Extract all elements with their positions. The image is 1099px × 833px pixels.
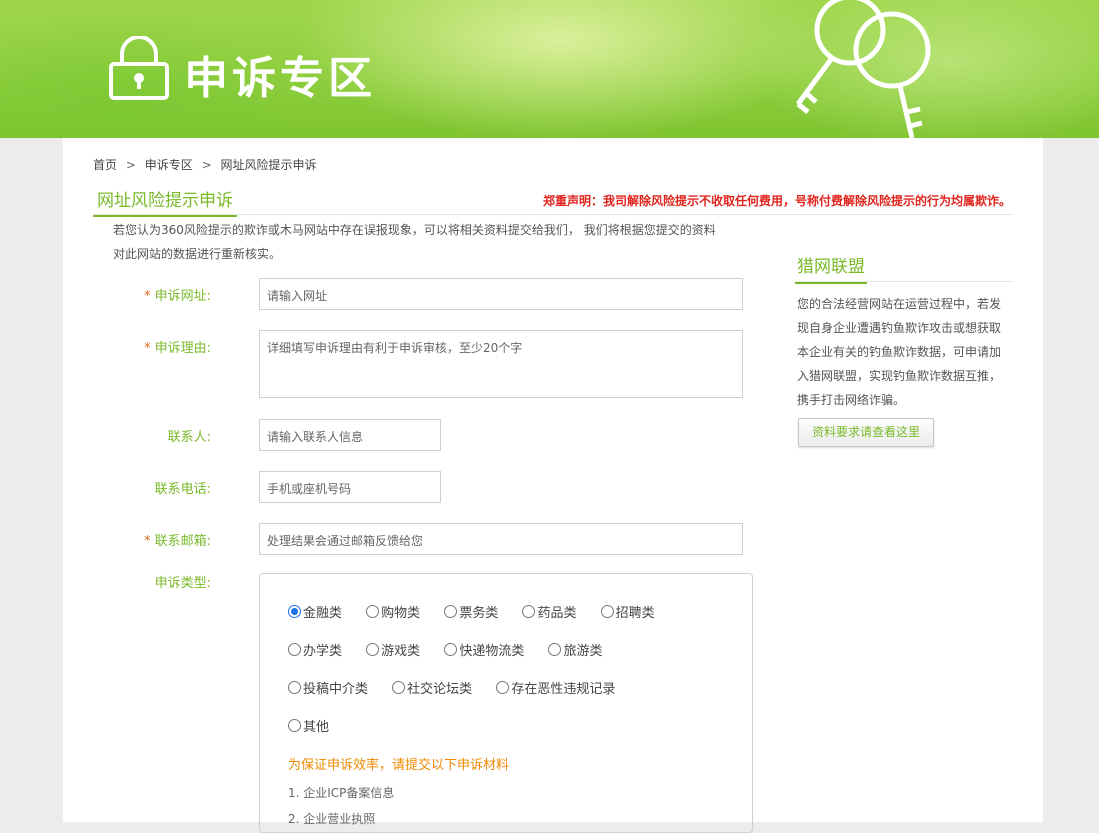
banner-title: 申诉专区 [184, 53, 376, 104]
radio-icon[interactable] [548, 643, 562, 656]
radio-checked-icon[interactable] [288, 605, 301, 618]
type-option-travel[interactable]: 旅游类 [548, 640, 602, 659]
main-content: 首页 > 申诉专区 > 网址风险提示申诉 网址风险提示申诉 郑重声明：我司解除风… [63, 138, 1043, 833]
radio-icon[interactable] [600, 605, 614, 618]
option-label: 游戏类 [381, 644, 421, 659]
breadcrumb: 首页 > 申诉专区 > 网址风险提示申诉 [93, 156, 316, 173]
breadcrumb-separator: > [201, 158, 212, 172]
sidebar-title: 猎网联盟 [795, 252, 867, 284]
intro-line-2: 对此网站的数据进行重新核实。 [113, 247, 282, 261]
radio-icon[interactable] [522, 605, 536, 618]
required-mark: * [144, 289, 151, 304]
reason-textarea[interactable]: 详细填写申诉理由有利于申诉审核，至少20个字 [259, 330, 743, 398]
reason-label-text: 申诉理由: [154, 341, 211, 356]
option-label: 存在恶性违规记录 [511, 682, 616, 697]
radio-icon[interactable] [392, 681, 406, 694]
keys-icon [795, 0, 931, 138]
option-label: 办学类 [303, 644, 343, 659]
sidebar-description: 您的合法经营网站在运营过程中，若发现自身企业遭遇钓鱼欺诈攻击或想获取本企业有关的… [797, 297, 1002, 407]
radio-icon[interactable] [288, 643, 301, 656]
type-option-ticket[interactable]: 票务类 [444, 602, 498, 621]
option-label: 社交论坛类 [407, 682, 473, 697]
option-label: 票务类 [459, 606, 499, 621]
contact-label: 联系人: [167, 430, 211, 445]
radio-icon[interactable] [366, 605, 380, 618]
option-label: 招聘类 [615, 606, 655, 621]
breadcrumb-separator: > [125, 158, 136, 172]
phone-label: 联系电话: [154, 482, 211, 497]
type-option-finance[interactable]: 金融类 [288, 602, 342, 621]
type-row-2: 办学类 游戏类 快递物流类 旅游类 [288, 640, 622, 659]
lock-icon [109, 36, 169, 100]
type-row-3: 投稿中介类 社交论坛类 存在恶性违规记录 [288, 678, 635, 697]
type-option-logistics[interactable]: 快递物流类 [444, 640, 524, 659]
radio-icon[interactable] [496, 681, 510, 694]
type-option-other[interactable]: 其他 [288, 716, 329, 735]
header-banner: 申诉专区 [0, 0, 1099, 138]
material-item: 2. 企业营业执照 [288, 812, 376, 826]
type-option-violation[interactable]: 存在恶性违规记录 [496, 678, 615, 697]
breadcrumb-appeal-zone[interactable]: 申诉专区 [145, 158, 193, 172]
type-option-school[interactable]: 办学类 [288, 640, 342, 659]
radio-icon[interactable] [288, 719, 301, 732]
intro-line-1: 若您认为360风险提示的欺诈或木马网站中存在误报现象，可以将相关资料提交给我们，… [113, 223, 716, 237]
radio-icon[interactable] [444, 643, 458, 656]
radio-icon[interactable] [288, 681, 301, 694]
type-option-agency[interactable]: 投稿中介类 [288, 678, 368, 697]
url-input[interactable]: 请输入网址 [259, 278, 743, 310]
radio-icon[interactable] [444, 605, 458, 618]
type-option-recruit[interactable]: 招聘类 [600, 602, 655, 621]
option-label: 购物类 [381, 606, 421, 621]
radio-icon[interactable] [366, 643, 380, 656]
type-row-1: 金融类 购物类 票务类 药品类 招聘类 [288, 602, 675, 621]
declaration-notice: 郑重声明：我司解除风险提示不收取任何费用，号称付费解除风险提示的行为均属欺诈。 [542, 194, 1011, 208]
email-label: * 联系邮箱: [93, 523, 211, 549]
option-label: 金融类 [303, 606, 343, 621]
appeal-type-box: 金融类 购物类 票务类 药品类 招聘类 办学类 游戏类 快递物流类 旅游类 投稿… [259, 573, 753, 833]
type-row-4: 其他 [288, 716, 349, 735]
type-option-social[interactable]: 社交论坛类 [392, 678, 472, 697]
option-label: 其他 [303, 720, 330, 735]
phone-input[interactable]: 手机或座机号码 [259, 471, 441, 503]
materials-requirement-button[interactable]: 资料要求请查看这里 [798, 418, 934, 447]
option-label: 投稿中介类 [303, 682, 369, 697]
reason-label: * 申诉理由: [93, 330, 211, 356]
email-input[interactable]: 处理结果会通过邮箱反馈给您 [259, 523, 743, 555]
section-title: 网址风险提示申诉 [93, 186, 237, 217]
breadcrumb-home[interactable]: 首页 [93, 158, 117, 172]
email-label-text: 联系邮箱: [154, 534, 211, 549]
contact-input[interactable]: 请输入联系人信息 [259, 419, 441, 451]
required-mark: * [144, 534, 151, 549]
url-label-text: 申诉网址: [154, 289, 211, 304]
material-item: 1. 企业ICP备案信息 [288, 786, 395, 800]
type-label: 申诉类型: [154, 576, 211, 591]
url-label: * 申诉网址: [93, 278, 211, 304]
intro-text: 若您认为360风险提示的欺诈或木马网站中存在误报现象，可以将相关资料提交给我们，… [113, 218, 723, 266]
type-option-game[interactable]: 游戏类 [366, 640, 420, 659]
materials-title: 为保证申诉效率，请提交以下申诉材料 [288, 758, 510, 773]
required-mark: * [144, 341, 151, 356]
option-label: 旅游类 [563, 644, 603, 659]
type-option-medicine[interactable]: 药品类 [522, 602, 576, 621]
type-option-shopping[interactable]: 购物类 [366, 602, 420, 621]
option-label: 快递物流类 [459, 644, 525, 659]
breadcrumb-current: 网址风险提示申诉 [220, 158, 317, 172]
option-label: 药品类 [537, 606, 577, 621]
